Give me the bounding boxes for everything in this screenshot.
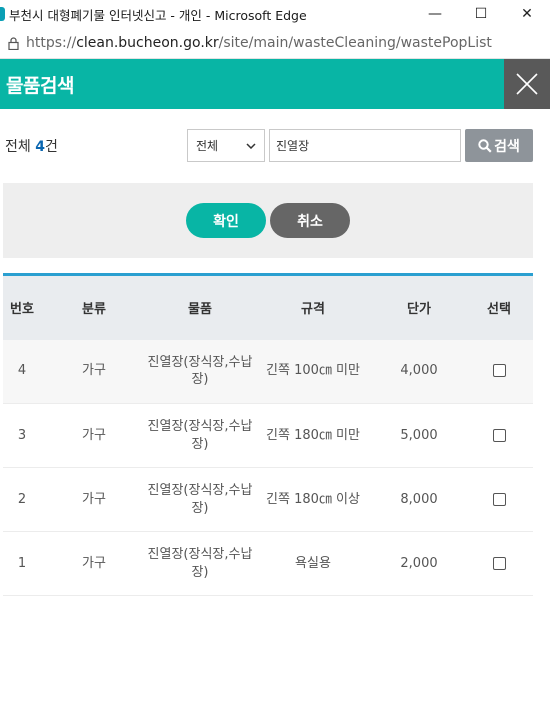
- cell-item: 진열장(장식장,수납장): [147, 531, 253, 596]
- minimize-button[interactable]: —: [412, 0, 458, 28]
- cancel-button[interactable]: 취소: [270, 203, 350, 238]
- cell-spec: 욕실용: [253, 531, 373, 596]
- cell-no: 2: [3, 467, 41, 532]
- cell-select: [465, 339, 533, 404]
- category-select[interactable]: 전체: [187, 129, 265, 162]
- cell-price: 5,000: [373, 403, 465, 468]
- address-bar[interactable]: https://clean.bucheon.go.kr/site/main/wa…: [0, 28, 550, 59]
- cell-price: 8,000: [373, 467, 465, 532]
- table-header-row: 번호 분류 물품 규격 단가 선택: [3, 274, 533, 340]
- popup-title: 물품검색: [6, 74, 74, 97]
- url-text[interactable]: https://clean.bucheon.go.kr/site/main/wa…: [26, 35, 492, 51]
- search-button[interactable]: 검색: [465, 129, 533, 162]
- cell-category: 가구: [41, 403, 147, 468]
- table-row: 1 가구 진열장(장식장,수납장) 욕실용 2,000: [3, 531, 533, 596]
- edge-app-icon: [0, 7, 5, 21]
- result-table: 번호 분류 물품 규격 단가 선택 4 가구 진열장(장식장,수납장) 긴쪽 1…: [3, 273, 533, 596]
- header-price: 단가: [373, 274, 465, 340]
- table-row: 2 가구 진열장(장식장,수납장) 긴쪽 180㎝ 이상 8,000: [3, 467, 533, 532]
- window-titlebar: 부천시 대형폐기물 인터넷신고 - 개인 - Microsoft Edge — …: [0, 0, 550, 28]
- header-item: 물품: [147, 274, 253, 340]
- header-select: 선택: [465, 274, 533, 340]
- cell-no: 3: [3, 403, 41, 468]
- search-button-label: 검색: [494, 138, 520, 155]
- url-host: clean.bucheon.go.kr: [76, 35, 219, 51]
- confirm-button[interactable]: 확인: [186, 203, 266, 238]
- close-icon: [516, 73, 538, 95]
- cell-select: [465, 467, 533, 532]
- total-prefix: 전체: [5, 139, 36, 155]
- search-input-value: 진열장: [276, 139, 310, 153]
- header-spec: 규격: [253, 274, 373, 340]
- url-path: /site/main/wasteCleaning/wastePopList: [218, 35, 492, 51]
- cell-item: 진열장(장식장,수납장): [147, 403, 253, 468]
- lock-icon[interactable]: [0, 28, 26, 59]
- chevron-down-icon: [246, 142, 256, 149]
- cell-item: 진열장(장식장,수납장): [147, 339, 253, 404]
- cell-spec: 긴쪽 100㎝ 미만: [253, 339, 373, 404]
- category-selected-value: 전체: [196, 139, 219, 153]
- select-checkbox[interactable]: [492, 364, 506, 378]
- window-title: 부천시 대형폐기물 인터넷신고 - 개인 - Microsoft Edge: [9, 7, 307, 23]
- popup-header: 물품검색: [0, 59, 550, 109]
- cell-select: [465, 403, 533, 468]
- search-icon: [478, 138, 492, 153]
- cell-select: [465, 531, 533, 596]
- maximize-button[interactable]: ☐: [458, 0, 504, 28]
- select-checkbox[interactable]: [492, 492, 506, 506]
- header-category: 분류: [41, 274, 147, 340]
- cell-price: 4,000: [373, 339, 465, 404]
- table-row: 4 가구 진열장(장식장,수납장) 긴쪽 100㎝ 미만 4,000: [3, 339, 533, 404]
- select-checkbox[interactable]: [492, 556, 506, 570]
- search-row: 전체 4건 전체 진열장 검색: [0, 109, 550, 182]
- window-controls: — ☐ ✕: [412, 0, 550, 28]
- cell-price: 2,000: [373, 531, 465, 596]
- search-input[interactable]: 진열장: [269, 129, 461, 162]
- cell-category: 가구: [41, 467, 147, 532]
- table-row: 3 가구 진열장(장식장,수납장) 긴쪽 180㎝ 미만 5,000: [3, 403, 533, 468]
- close-window-button[interactable]: ✕: [504, 0, 550, 28]
- cell-spec: 긴쪽 180㎝ 미만: [253, 403, 373, 468]
- cell-item: 진열장(장식장,수납장): [147, 467, 253, 532]
- cell-category: 가구: [41, 339, 147, 404]
- select-checkbox[interactable]: [492, 428, 506, 442]
- cell-no: 1: [3, 531, 41, 596]
- url-scheme: https://: [26, 35, 77, 51]
- cell-category: 가구: [41, 531, 147, 596]
- cell-spec: 긴쪽 180㎝ 이상: [253, 467, 373, 532]
- action-bar: 확인 취소: [3, 183, 533, 258]
- total-suffix: 건: [44, 139, 58, 155]
- cell-no: 4: [3, 339, 41, 404]
- popup-close-button[interactable]: [504, 59, 550, 109]
- total-count-label: 전체 4건: [5, 136, 58, 156]
- total-count: 4: [35, 139, 45, 155]
- header-no: 번호: [3, 274, 41, 340]
